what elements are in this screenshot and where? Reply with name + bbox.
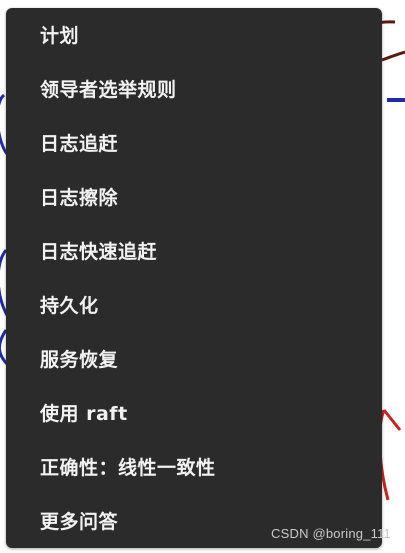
- menu-item-label: 更多问答: [40, 510, 119, 533]
- menu-item-persistence[interactable]: 持久化: [6, 284, 382, 324]
- menu-item-leader-election-rules[interactable]: 领导者选举规则: [6, 68, 382, 108]
- screenshot-stage: 计划 领导者选举规则 日志追赶 日志擦除 日志快速追赶 持久化 服务恢复 使用 …: [0, 0, 405, 553]
- menu-item-label: 使用 raft: [40, 402, 128, 425]
- context-menu-panel: 计划 领导者选举规则 日志追赶 日志擦除 日志快速追赶 持久化 服务恢复 使用 …: [6, 8, 382, 548]
- menu-item-plan[interactable]: 计划: [6, 14, 382, 54]
- menu-item-label: 日志快速追赶: [40, 240, 158, 263]
- menu-item-fast-log-catchup[interactable]: 日志快速追赶: [6, 230, 382, 270]
- menu-item-log-erasure[interactable]: 日志擦除: [6, 176, 382, 216]
- watermark: CSDN @boring_111: [271, 526, 391, 541]
- menu-item-label: 日志追赶: [40, 132, 119, 155]
- menu-item-label: 服务恢复: [40, 348, 119, 371]
- menu-item-label: 计划: [40, 24, 80, 47]
- menu-item-label: 领导者选举规则: [40, 78, 177, 101]
- menu-item-label: 正确性：线性一致性: [40, 456, 216, 479]
- menu-item-label: 日志擦除: [40, 186, 119, 209]
- menu-item-service-recovery[interactable]: 服务恢复: [6, 338, 382, 378]
- menu-item-label: 持久化: [40, 294, 99, 317]
- menu-item-log-catchup[interactable]: 日志追赶: [6, 122, 382, 162]
- menu-item-correctness-linearizability[interactable]: 正确性：线性一致性: [6, 446, 382, 486]
- menu-item-using-raft[interactable]: 使用 raft: [6, 392, 382, 432]
